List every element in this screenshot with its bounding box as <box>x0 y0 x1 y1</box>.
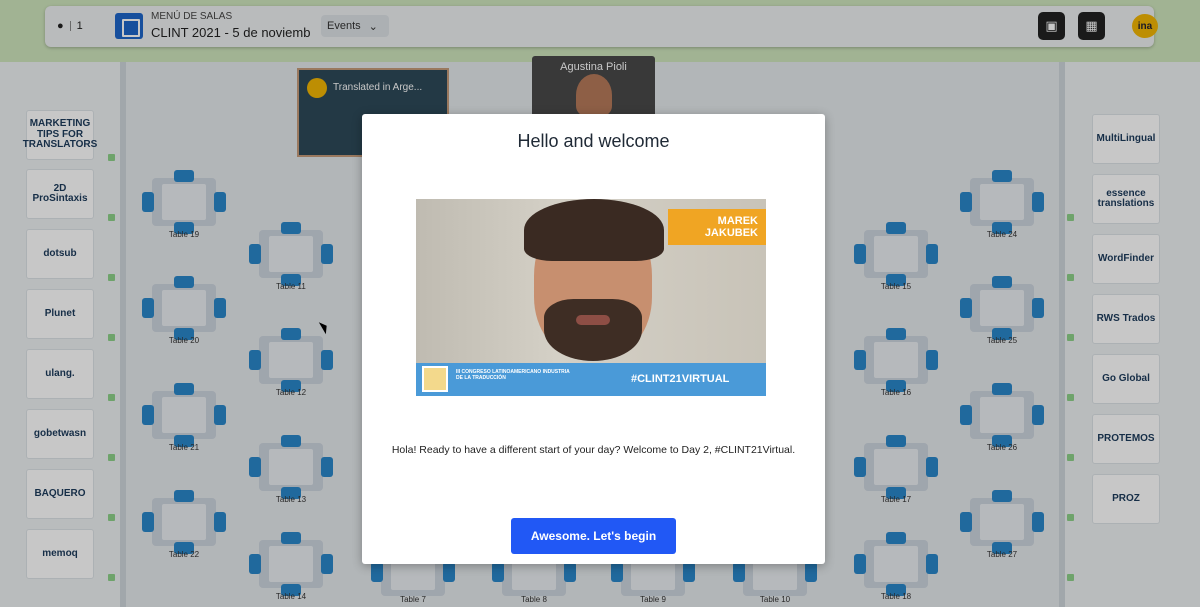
presenter-beard <box>544 299 642 361</box>
begin-button[interactable]: Awesome. Let's begin <box>511 518 676 554</box>
video-lower-third: III CONGRESO LATINOAMERICANO INDUSTRIA D… <box>416 363 766 396</box>
presenter-mouth <box>576 315 610 325</box>
presenter-last-name: JAKUBEK <box>704 227 758 239</box>
presenter-name-box: MAREK JAKUBEK <box>668 209 766 245</box>
presenter-hair <box>524 199 664 261</box>
modal-title: Hello and welcome <box>517 131 670 151</box>
welcome-video[interactable]: MAREK JAKUBEK III CONGRESO LATINOAMERICA… <box>416 199 766 396</box>
congress-name: III CONGRESO LATINOAMERICANO INDUSTRIA D… <box>456 369 570 381</box>
congress-logo-icon <box>422 366 448 392</box>
presenter-first-name: MAREK <box>717 215 758 227</box>
welcome-message: Hola! Ready to have a different start of… <box>391 444 796 456</box>
welcome-modal: Hello and welcome MAREK JAKUBEK III CONG… <box>362 114 825 564</box>
video-hashtag: #CLINT21VIRTUAL <box>631 373 730 385</box>
